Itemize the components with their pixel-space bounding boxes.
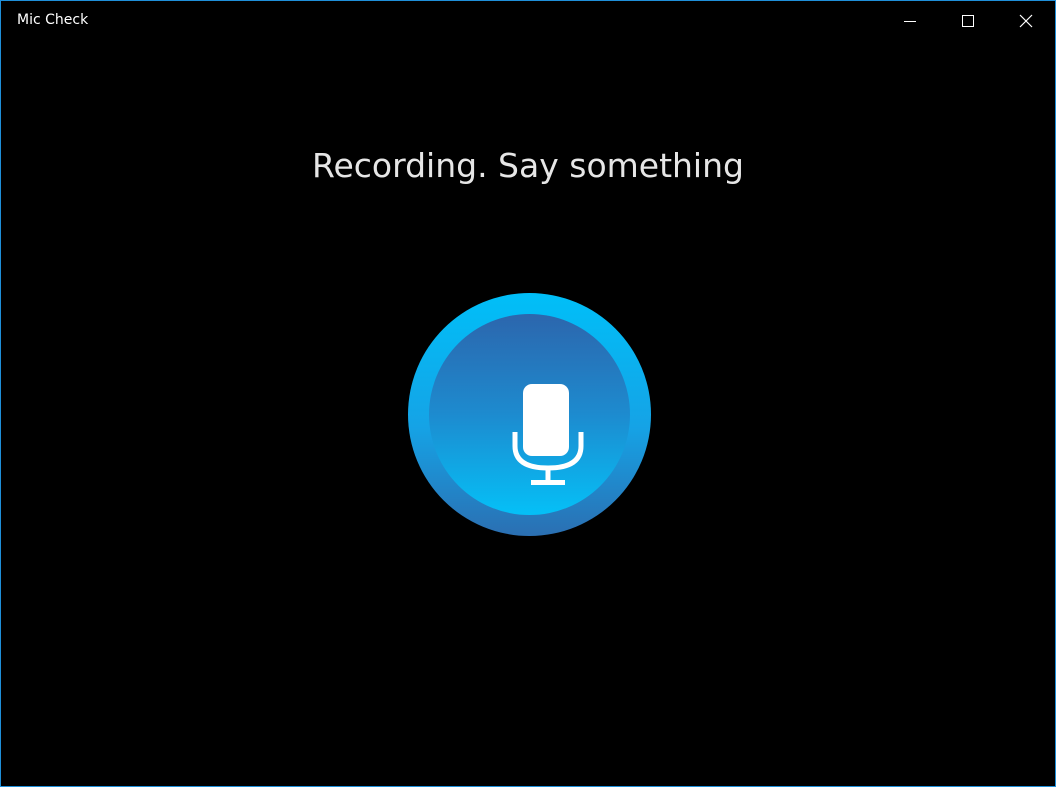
minimize-icon xyxy=(904,21,916,22)
app-window: Mic Check Recording. Say something xyxy=(0,0,1056,787)
microphone-button-inner xyxy=(429,314,630,515)
maximize-icon xyxy=(962,15,974,27)
close-button[interactable] xyxy=(997,1,1055,41)
caption-buttons xyxy=(881,1,1055,41)
close-icon xyxy=(1019,14,1033,28)
microphone-button[interactable] xyxy=(408,293,651,536)
minimize-button[interactable] xyxy=(881,1,939,41)
recording-status-text: Recording. Say something xyxy=(312,146,744,185)
title-bar[interactable]: Mic Check xyxy=(1,1,1055,41)
window-title: Mic Check xyxy=(17,12,89,28)
microphone-icon xyxy=(512,384,584,485)
maximize-button[interactable] xyxy=(939,1,997,41)
